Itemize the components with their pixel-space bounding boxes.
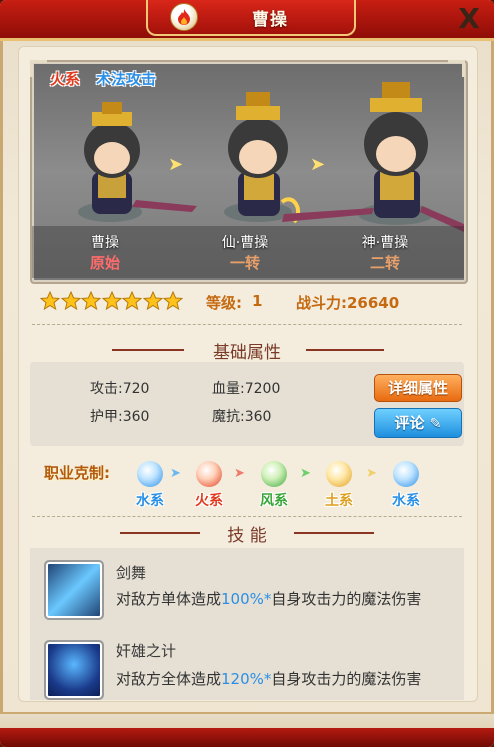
hero-info-window: 曹操 X 火系 术法攻击 ➤ ➤ 曹操 原始 仙·曹操 一转 神·曹操 二转 等…	[0, 0, 494, 747]
counter-label: 职业克制:	[44, 464, 110, 482]
star-rating	[40, 291, 184, 315]
bottom-bar	[0, 728, 494, 747]
attributes-heading: 基础属性	[213, 343, 281, 363]
review-button[interactable]: 评论 ✎	[374, 408, 462, 438]
hero-portrait-stage1	[224, 92, 301, 224]
fire-icon	[196, 461, 222, 487]
skill-name: 奸雄之计	[116, 642, 177, 660]
counter-item-label: 水系	[392, 493, 420, 509]
water-icon	[393, 461, 419, 487]
hp-stat: 血量:7200	[212, 381, 281, 397]
skills-heading: 技 能	[227, 526, 267, 546]
hero-name-stage2: 神·曹操	[361, 235, 409, 251]
star-icon	[81, 291, 101, 311]
edit-icon: ✎	[429, 416, 442, 432]
panel-corner	[30, 60, 47, 77]
counter-item-label: 风系	[260, 493, 288, 509]
counter-arrow-icon: ➤	[300, 466, 311, 481]
divider	[32, 324, 462, 325]
close-icon[interactable]: X	[452, 4, 486, 34]
evolve-arrow-icon: ➤	[310, 154, 326, 175]
divider	[32, 516, 462, 517]
armor-stat: 护甲:360	[90, 409, 150, 425]
counter-arrow-icon: ➤	[234, 466, 245, 481]
skill-name: 剑舞	[116, 564, 147, 582]
schemer-icon[interactable]	[44, 640, 104, 700]
combat-power: 战斗力:26640	[296, 294, 400, 312]
magic-resist-stat: 魔抗:360	[212, 409, 272, 425]
skills-list[interactable]: 剑舞 对敌方单体造成100%*自身攻击力的魔法伤害 奸雄之计 对敌方全体造成12…	[30, 548, 464, 700]
counter-arrow-icon: ➤	[170, 466, 181, 481]
earth-icon	[326, 461, 352, 487]
star-icon	[40, 291, 60, 311]
attack-type-tag: 术法攻击	[96, 70, 157, 88]
counter-arrow-icon: ➤	[366, 466, 377, 481]
wind-icon	[261, 461, 287, 487]
water-icon	[137, 461, 163, 487]
skill-description: 对敌方单体造成100%*自身攻击力的魔法伤害	[116, 590, 422, 608]
window-title: 曹操	[252, 10, 288, 30]
evolve-arrow-icon: ➤	[168, 154, 184, 175]
skill-description: 对敌方全体造成120%*自身攻击力的魔法伤害	[116, 670, 422, 688]
level-value: 1	[252, 292, 263, 310]
counter-item-label: 水系	[136, 493, 164, 509]
heading-ornament	[294, 532, 374, 534]
star-icon	[101, 291, 122, 311]
sword-dance-icon[interactable]	[44, 560, 104, 620]
panel-corner	[448, 60, 465, 77]
star-icon	[163, 291, 183, 311]
level-label: 等级:	[206, 294, 242, 312]
hero-stage-original: 原始	[89, 254, 120, 272]
star-icon	[60, 291, 81, 311]
heading-ornament	[306, 349, 384, 351]
counter-item-label: 火系	[195, 493, 223, 509]
hero-name-stage1: 仙·曹操	[221, 235, 269, 251]
attack-stat: 攻击:720	[90, 381, 150, 397]
hero-stage-stage1: 一转	[229, 254, 260, 272]
review-button-label: 评论	[394, 414, 425, 432]
counter-item-label: 土系	[325, 493, 353, 509]
fire-element-icon	[170, 3, 198, 31]
hero-name-original: 曹操	[91, 235, 119, 251]
detail-attributes-button[interactable]: 详细属性	[374, 374, 462, 402]
element-tag: 火系	[50, 70, 81, 88]
star-icon	[122, 291, 142, 311]
star-icon	[142, 291, 163, 311]
hero-stage-stage2: 二转	[369, 254, 400, 272]
